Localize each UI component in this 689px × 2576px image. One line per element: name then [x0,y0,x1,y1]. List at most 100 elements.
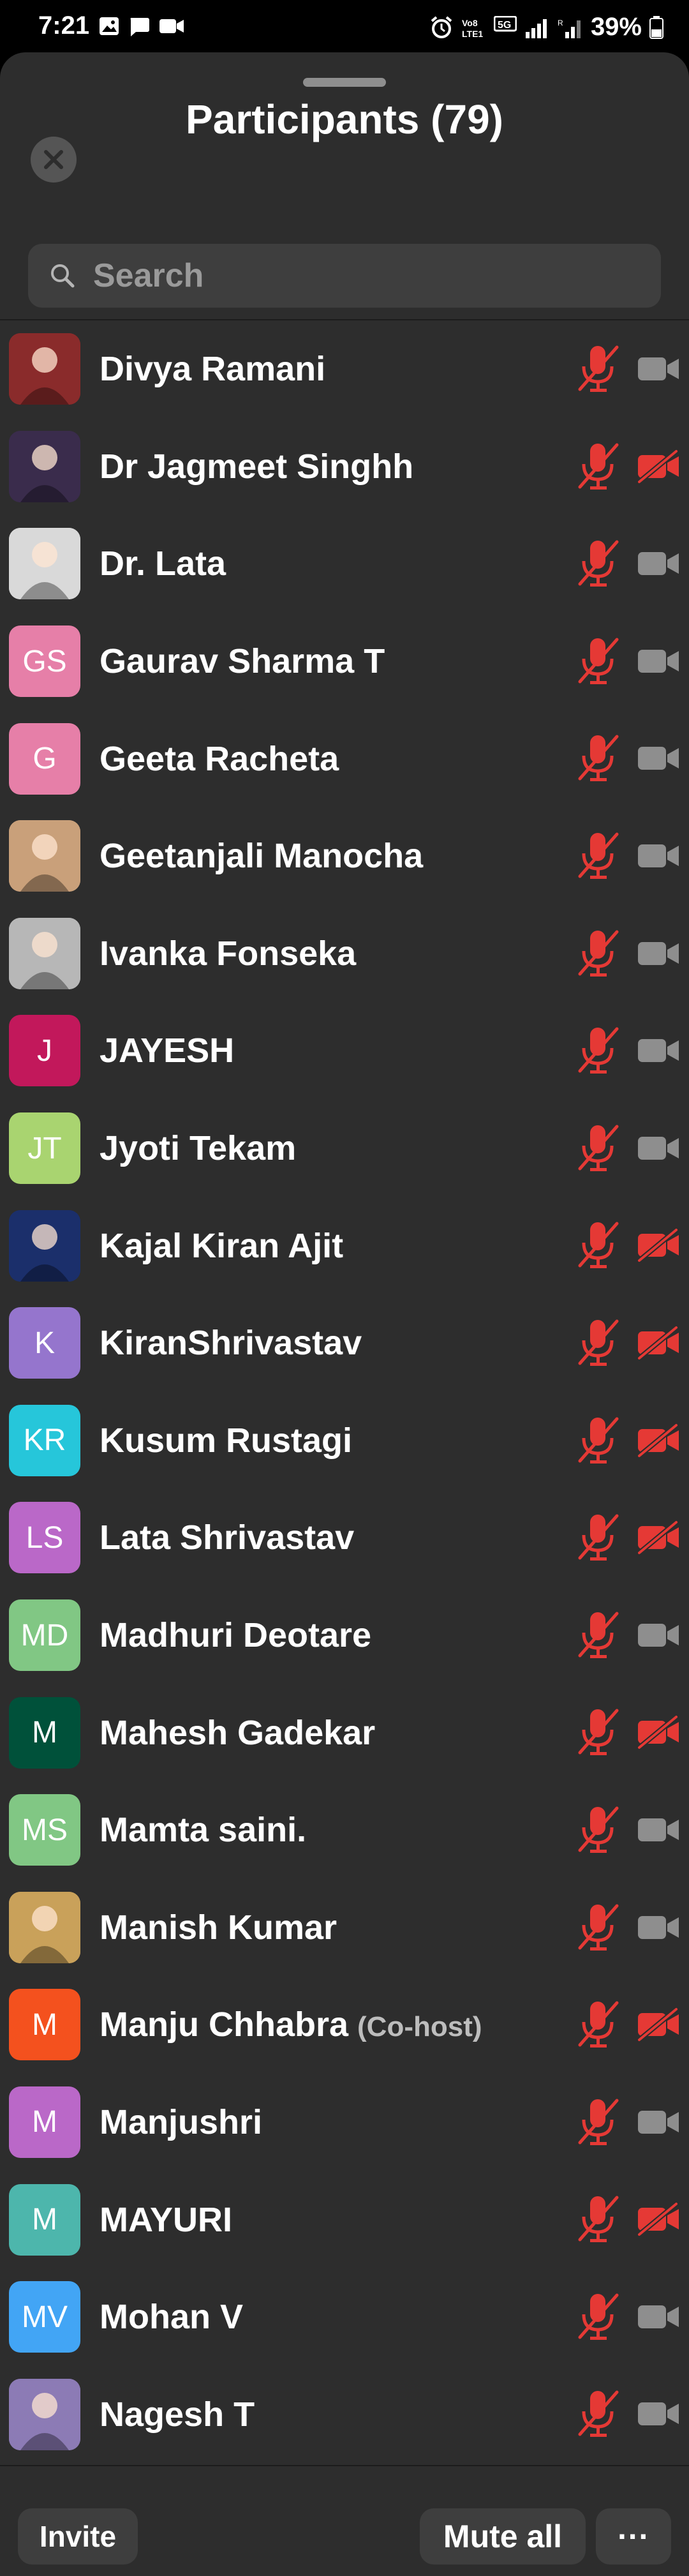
avatar-photo-icon [9,528,80,600]
participant-row[interactable]: Ivanka Fonseka [0,905,689,1003]
participant-name-text: Divya Ramani [100,350,326,389]
avatar-photo-icon [9,1209,80,1282]
mic-muted-icon[interactable] [577,343,619,398]
participant-avatar: J [9,1015,80,1087]
search-icon [51,264,75,288]
participant-avatar: MD [9,1599,80,1672]
video-off-icon[interactable] [637,1714,681,1753]
participant-row[interactable]: MD Madhuri Deotare [0,1587,689,1684]
participant-name: Geeta Racheta [100,739,339,779]
participant-row[interactable]: M Mahesh Gadekar [0,1684,689,1781]
mic-muted-icon[interactable] [577,2291,619,2346]
participant-row[interactable]: Geetanjali Manocha [0,807,689,905]
video-icon[interactable] [637,1033,681,1072]
video-icon[interactable] [637,2396,681,2435]
participant-avatar: JT [9,1112,80,1185]
participant-row[interactable]: MS Mamta saini. [0,1781,689,1879]
more-button[interactable]: ··· [596,2508,671,2565]
mic-muted-icon[interactable] [577,830,619,885]
participant-name-text: Nagesh T [100,2395,255,2434]
mic-muted-icon[interactable] [577,733,619,787]
participant-name-text: Madhuri Deotare [100,1616,372,1655]
mic-muted-icon[interactable] [577,1025,619,1079]
mic-muted-icon[interactable] [577,636,619,690]
participant-row[interactable]: Nagesh T [0,2365,689,2463]
participant-name: Geetanjali Manocha [100,836,423,876]
mic-muted-icon[interactable] [577,2388,619,2443]
mic-muted-icon[interactable] [577,1707,619,1761]
avatar-photo-icon [9,820,80,892]
video-off-icon[interactable] [637,1227,681,1266]
participant-row[interactable]: JT Jyoti Tekam [0,1100,689,1197]
mic-muted-icon[interactable] [577,441,619,495]
participant-name: Kajal Kiran Ajit [100,1226,343,1266]
participant-avatar: M [9,2086,80,2158]
mic-muted-icon[interactable] [577,928,619,982]
participant-row[interactable]: M MAYURI [0,2171,689,2268]
video-off-icon[interactable] [637,2007,681,2046]
participant-row[interactable]: GS Gaurav Sharma T [0,613,689,710]
search-input[interactable] [92,256,630,296]
avatar-initials: MV [22,2300,68,2334]
mic-muted-icon[interactable] [577,538,619,592]
video-icon[interactable] [637,643,681,682]
drag-handle[interactable] [303,78,386,87]
close-button[interactable] [31,137,77,183]
close-icon [44,150,63,169]
video-off-icon[interactable] [637,1422,681,1462]
participant-avatar: M [9,1696,80,1769]
participant-row[interactable]: K KiranShrivastav [0,1294,689,1392]
mic-muted-icon[interactable] [577,1804,619,1859]
participant-row[interactable]: M Manju Chhabra (Co-host) [0,1976,689,2074]
participant-name-text: Jyoti Tekam [100,1129,297,1168]
participant-name: JAYESH [100,1031,234,1070]
mic-muted-icon[interactable] [577,1999,619,2053]
video-icon[interactable] [637,1130,681,1169]
invite-button[interactable]: Invite [18,2508,138,2565]
video-icon[interactable] [637,740,681,779]
video-off-icon[interactable] [637,1520,681,1559]
participant-row[interactable]: Manish Kumar [0,1879,689,1977]
mic-muted-icon[interactable] [577,1512,619,1566]
video-icon[interactable] [637,2104,681,2143]
mic-muted-icon[interactable] [577,1415,619,1469]
participant-row[interactable]: MV Mohan V [0,2268,689,2366]
participant-row[interactable]: Dr. Lata [0,515,689,613]
video-off-icon[interactable] [637,448,681,488]
mic-muted-icon[interactable] [577,1902,619,1956]
mic-muted-icon[interactable] [577,1610,619,1664]
mic-muted-icon[interactable] [577,2194,619,2248]
mute-all-button[interactable]: Mute all [420,2508,586,2565]
participant-row[interactable]: LS Lata Shrivastav [0,1489,689,1587]
participant-name-text: Dr Jagmeet Singhh [100,447,414,486]
video-notification-icon [159,19,184,33]
video-icon[interactable] [637,546,681,585]
avatar-photo-icon [9,2378,80,2450]
participant-row[interactable]: KR Kusum Rustagi [0,1392,689,1490]
video-icon[interactable] [637,1910,681,1949]
video-icon[interactable] [637,936,681,975]
video-icon[interactable] [637,351,681,390]
video-icon[interactable] [637,2299,681,2338]
video-icon[interactable] [637,1812,681,1851]
participant-row[interactable]: Divya Ramani [0,320,689,418]
video-icon[interactable] [637,1617,681,1656]
video-off-icon[interactable] [637,1324,681,1364]
avatar-photo-icon [9,917,80,989]
participant-row[interactable]: Dr Jagmeet Singhh [0,418,689,516]
participant-row[interactable]: Kajal Kiran Ajit [0,1197,689,1294]
video-icon[interactable] [637,838,681,877]
search-bar[interactable] [28,244,661,308]
participant-row[interactable]: M Manjushri [0,2074,689,2171]
mic-muted-icon[interactable] [577,1317,619,1372]
mic-muted-icon[interactable] [577,1220,619,1274]
mic-muted-icon[interactable] [577,1123,619,1177]
participant-name: Dr. Lata [100,544,226,583]
participant-avatar: MV [9,2281,80,2353]
avatar-initials: M [32,1716,57,1750]
participant-row[interactable]: J JAYESH [0,1002,689,1100]
gallery-icon [100,17,119,35]
video-off-icon[interactable] [637,2201,681,2240]
participant-row[interactable]: G Geeta Racheta [0,710,689,807]
mic-muted-icon[interactable] [577,2097,619,2151]
